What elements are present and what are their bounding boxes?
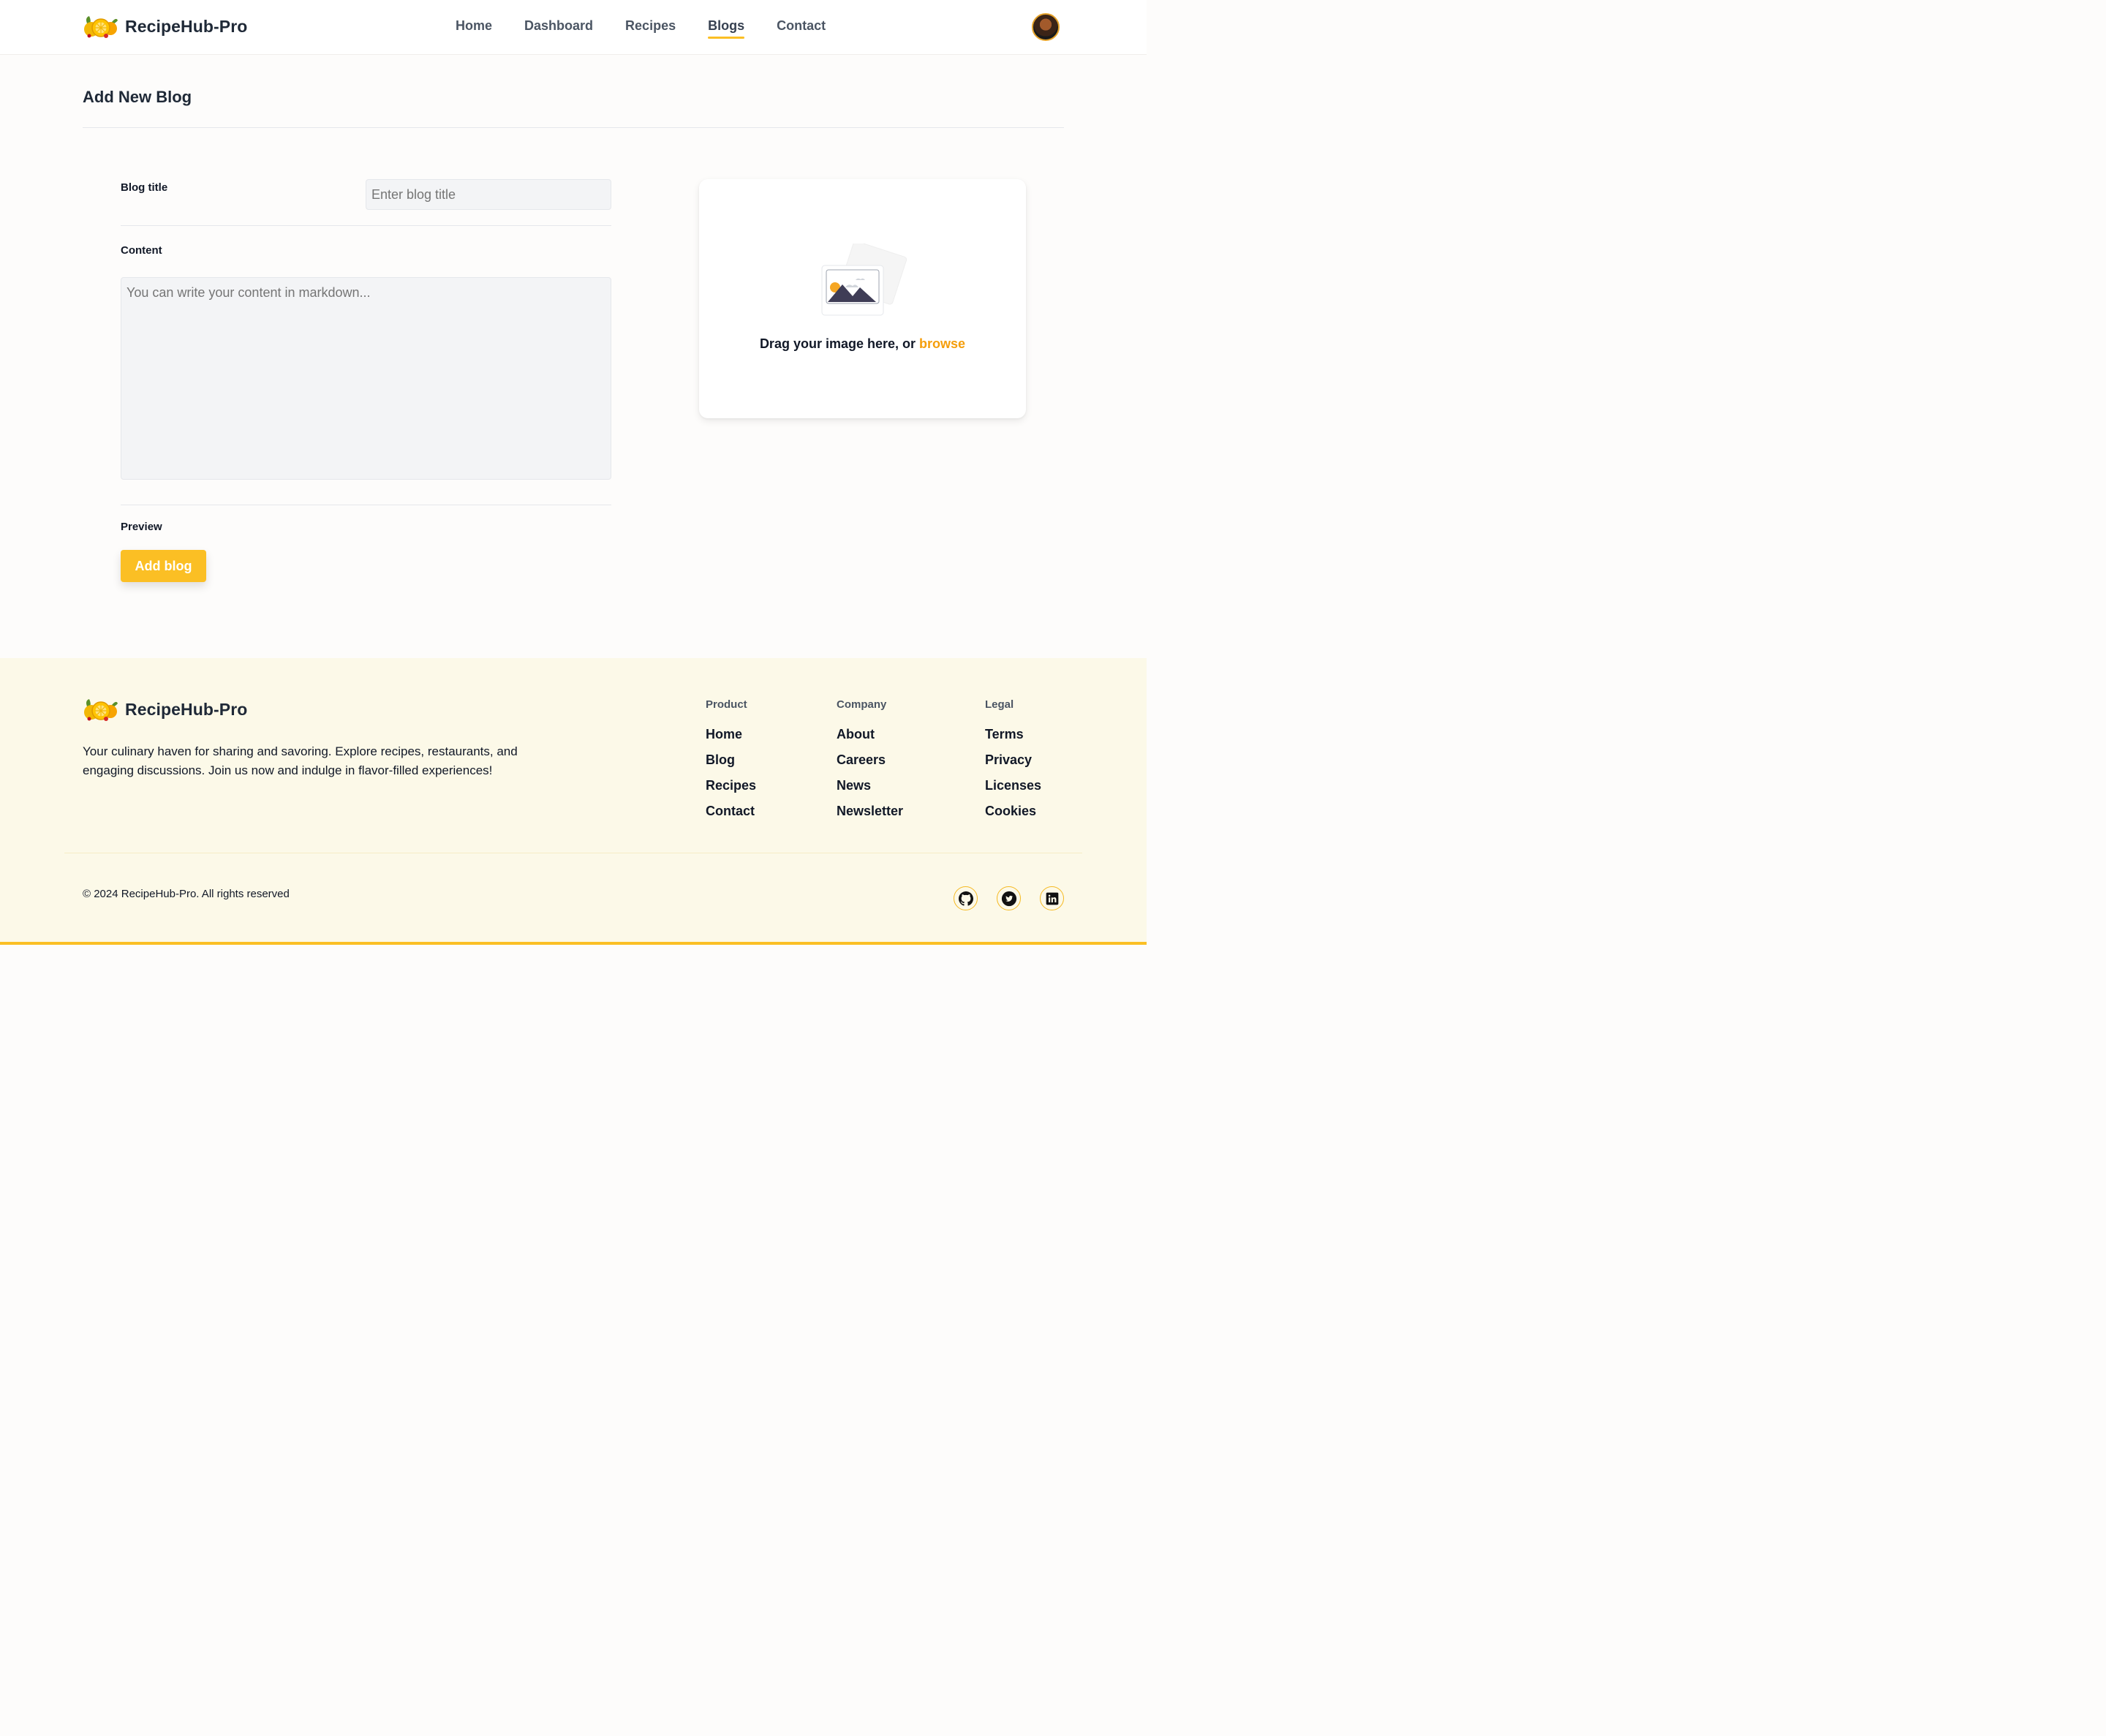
nav-contact[interactable]: Contact	[777, 18, 826, 37]
brand-name: RecipeHub-Pro	[125, 16, 248, 36]
footer-link-contact[interactable]: Contact	[706, 804, 756, 818]
preview-label[interactable]: Preview	[121, 521, 162, 533]
twitter-link[interactable]	[997, 886, 1021, 910]
twitter-icon	[1001, 891, 1016, 906]
linkedin-icon	[1046, 892, 1058, 905]
footer-link-newsletter[interactable]: Newsletter	[837, 804, 903, 818]
browse-link[interactable]: browse	[919, 336, 965, 351]
footer-link-terms[interactable]: Terms	[985, 727, 1041, 741]
content-label: Content	[121, 244, 162, 257]
brand-logo[interactable]: RecipeHub-Pro	[83, 13, 247, 39]
footer-link-cookies[interactable]: Cookies	[985, 804, 1041, 818]
copyright-text: © 2024 RecipeHub-Pro. All rights reserve…	[83, 888, 290, 900]
nav-recipes[interactable]: Recipes	[625, 18, 676, 37]
dropzone-instruction: Drag your image here, or	[759, 336, 920, 351]
image-dropzone[interactable]: Drag your image here, or browse	[699, 179, 1026, 418]
nav-blogs[interactable]: Blogs	[708, 18, 745, 39]
form-divider	[121, 225, 611, 226]
site-header: RecipeHub-Pro Home Dashboard Recipes Blo…	[0, 0, 1147, 55]
footer-column-company: Company About Careers News Newsletter	[837, 698, 903, 829]
footer-link-blog[interactable]: Blog	[706, 752, 756, 767]
content-textarea[interactable]	[121, 277, 611, 480]
footer-brand[interactable]: RecipeHub-Pro	[83, 696, 247, 722]
linkedin-link[interactable]	[1040, 886, 1064, 910]
main-nav: Home Dashboard Recipes Blogs Contact	[456, 18, 826, 39]
page-title: Add New Blog	[83, 88, 192, 106]
footer-column-product: Product Home Blog Recipes Contact	[706, 698, 756, 829]
nav-home[interactable]: Home	[456, 18, 492, 37]
footer-link-news[interactable]: News	[837, 778, 903, 793]
image-placeholder-icon	[821, 244, 907, 316]
nav-dashboard[interactable]: Dashboard	[524, 18, 593, 37]
title-divider	[83, 127, 1064, 128]
user-avatar[interactable]	[1032, 13, 1060, 41]
footer-link-recipes[interactable]: Recipes	[706, 778, 756, 793]
blog-title-label: Blog title	[121, 181, 168, 194]
github-icon	[958, 891, 973, 906]
footer-heading: Product	[706, 698, 747, 711]
footer-description: Your culinary haven for sharing and savo…	[83, 744, 518, 777]
github-link[interactable]	[954, 886, 978, 910]
footer-brand-name: RecipeHub-Pro	[125, 699, 248, 719]
add-blog-button[interactable]: Add blog	[121, 550, 206, 582]
footer-link-careers[interactable]: Careers	[837, 752, 903, 767]
dropzone-text: Drag your image here, or browse	[699, 336, 1026, 352]
fruit-logo-icon	[84, 699, 118, 721]
footer-column-legal: Legal Terms Privacy Licenses Cookies	[985, 698, 1041, 829]
blog-title-input[interactable]	[366, 179, 611, 210]
footer-heading: Legal	[985, 698, 1014, 711]
fruit-logo-icon	[84, 16, 118, 38]
footer-link-about[interactable]: About	[837, 727, 903, 741]
footer-heading: Company	[837, 698, 887, 711]
footer-link-licenses[interactable]: Licenses	[985, 778, 1041, 793]
footer-link-home[interactable]: Home	[706, 727, 756, 741]
footer-link-privacy[interactable]: Privacy	[985, 752, 1041, 767]
